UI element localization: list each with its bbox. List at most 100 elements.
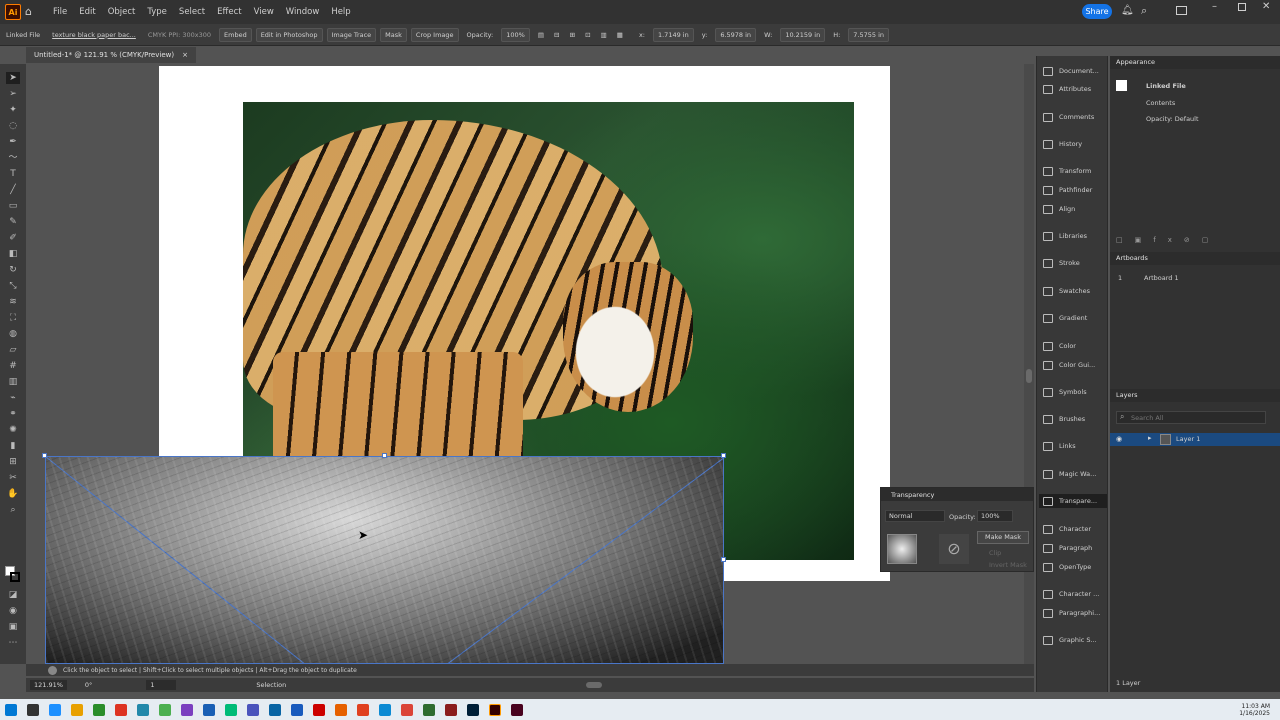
dock-paragraph[interactable]: Paragraph	[1043, 541, 1092, 555]
rotation-field[interactable]: 0°	[81, 680, 96, 690]
make-mask-button[interactable]: Make Mask	[977, 531, 1029, 544]
zoom-tool-icon[interactable]: ⌕	[6, 504, 20, 516]
draw-mode-icon[interactable]: ◉	[6, 605, 20, 617]
menu-file[interactable]: File	[47, 7, 73, 17]
hand-tool-icon[interactable]: ✋	[6, 488, 20, 500]
dock-comments[interactable]: Comments	[1043, 110, 1094, 124]
artboard-tool-icon[interactable]: ⊞	[6, 456, 20, 468]
mesh-tool-icon[interactable]: #	[6, 360, 20, 372]
firefox-icon[interactable]	[335, 703, 347, 716]
dock-document-info[interactable]: Document...	[1043, 64, 1099, 78]
dock-align[interactable]: Align	[1043, 202, 1075, 216]
menu-object[interactable]: Object	[102, 7, 142, 17]
x-input[interactable]: 1.7149 in	[652, 27, 694, 42]
dock-brushes[interactable]: Brushes	[1043, 412, 1085, 426]
artboards-panel-header[interactable]: Artboards	[1110, 252, 1280, 265]
clock[interactable]: 11:03 AM 1/16/2025	[1239, 703, 1270, 717]
dock-character[interactable]: Character	[1043, 522, 1091, 536]
free-transform-tool-icon[interactable]: ⛶	[6, 312, 20, 324]
image-trace-button[interactable]: Image Trace	[326, 27, 377, 42]
eraser-tool-icon[interactable]: ◧	[6, 248, 20, 260]
artboard-row-name[interactable]: Artboard 1	[1144, 274, 1179, 282]
pen-tool-icon[interactable]: ✒	[6, 136, 20, 148]
dock-attributes[interactable]: Attributes	[1043, 82, 1091, 96]
taskbar-app-icon[interactable]	[445, 703, 457, 716]
screen-mode-icon[interactable]: ▣	[6, 621, 20, 633]
linked-file-name[interactable]: texture black paper bac...	[48, 29, 140, 41]
photoshop-icon[interactable]	[467, 703, 479, 716]
dock-libraries[interactable]: Libraries	[1043, 229, 1087, 243]
magic-wand-tool-icon[interactable]: ✦	[6, 104, 20, 116]
curvature-tool-icon[interactable]: 〜	[6, 152, 20, 164]
scale-tool-icon[interactable]: ⤡	[6, 280, 20, 292]
more-tools-icon[interactable]: ⋯	[6, 637, 20, 649]
taskbar-app-icon[interactable]	[225, 703, 237, 716]
dock-paragraph-styles[interactable]: Paragraphi...	[1043, 606, 1100, 620]
menu-help[interactable]: Help	[325, 7, 356, 17]
dock-graphic-styles[interactable]: Graphic S...	[1043, 633, 1097, 647]
appearance-footer-icons[interactable]: □▣fx⊘▢	[1116, 236, 1276, 245]
minimize-icon[interactable]: –	[1212, 1, 1217, 12]
dock-pathfinder[interactable]: Pathfinder	[1043, 183, 1092, 197]
canvas[interactable]: ➤	[26, 64, 1034, 664]
lasso-tool-icon[interactable]: ◌	[6, 120, 20, 132]
indesign-icon[interactable]	[511, 703, 523, 716]
taskbar-app-icon[interactable]	[159, 703, 171, 716]
taskbar-app-icon[interactable]	[357, 703, 369, 716]
expand-layer-icon[interactable]: ▸	[1148, 434, 1152, 442]
edge-icon[interactable]	[379, 703, 391, 716]
crop-image-button[interactable]: Crop Image	[410, 27, 459, 42]
line-tool-icon[interactable]: ╱	[6, 184, 20, 196]
search-icon[interactable]: ⌕	[1141, 4, 1147, 18]
menu-effect[interactable]: Effect	[211, 7, 247, 17]
transparency-opacity-input[interactable]: 100%	[977, 510, 1013, 522]
y-input[interactable]: 6.5978 in	[715, 27, 757, 42]
layer-row[interactable]: ◉ ▸ Layer 1	[1110, 433, 1280, 446]
dock-links[interactable]: Links	[1043, 439, 1076, 453]
dock-character-styles[interactable]: Character ...	[1043, 587, 1099, 601]
dock-symbols[interactable]: Symbols	[1043, 385, 1087, 399]
taskbar-app-icon[interactable]	[181, 703, 193, 716]
taskbar-app-icon[interactable]	[49, 703, 61, 716]
file-explorer-icon[interactable]	[71, 703, 83, 716]
taskbar-app-icon[interactable]	[423, 703, 435, 716]
horizontal-scroll-thumb[interactable]	[586, 682, 603, 688]
home-icon[interactable]: ⌂	[25, 6, 39, 18]
warp-tool-icon[interactable]: ≋	[6, 296, 20, 308]
document-tab[interactable]: Untitled-1* @ 121.91 % (CMYK/Preview) ×	[26, 47, 196, 63]
dock-magic-wand[interactable]: Magic Wa...	[1043, 467, 1096, 481]
blend-tool-icon[interactable]: ⚭	[6, 408, 20, 420]
taskbar-app-icon[interactable]	[93, 703, 105, 716]
w-input[interactable]: 10.2159 in	[780, 27, 826, 42]
resize-handle-top-center[interactable]	[382, 453, 387, 458]
zoom-level-field[interactable]: 121.91%	[30, 680, 67, 690]
symbol-sprayer-tool-icon[interactable]: ✺	[6, 424, 20, 436]
h-input[interactable]: 7.5755 in	[848, 27, 890, 42]
stroke-color-swatch[interactable]	[10, 572, 20, 582]
illustrator-taskbar-icon[interactable]	[489, 703, 501, 716]
taskbar-app-icon[interactable]	[115, 703, 127, 716]
object-thumbnail[interactable]	[887, 534, 917, 564]
selection-tool-icon[interactable]: ➤	[6, 72, 20, 84]
dock-transparency[interactable]: Transpare...	[1039, 494, 1107, 508]
menu-type[interactable]: Type	[141, 7, 173, 17]
chrome-icon[interactable]	[401, 703, 413, 716]
teams-icon[interactable]	[247, 703, 259, 716]
taskbar-app-icon[interactable]	[137, 703, 149, 716]
bell-icon[interactable]: 🔔︎	[1121, 5, 1134, 16]
embed-button[interactable]: Embed	[219, 27, 252, 42]
shaper-tool-icon[interactable]: ✐	[6, 232, 20, 244]
maximize-icon[interactable]	[1238, 3, 1246, 11]
dock-stroke[interactable]: Stroke	[1043, 256, 1080, 270]
word-icon[interactable]	[291, 703, 303, 716]
gradient-tool-icon[interactable]: ▥	[6, 376, 20, 388]
vertical-scroll-thumb[interactable]	[1026, 369, 1032, 383]
layer-name[interactable]: Layer 1	[1176, 435, 1200, 443]
rotate-tool-icon[interactable]: ↻	[6, 264, 20, 276]
color-mode-icon[interactable]: ◪	[6, 589, 20, 601]
invert-mask-checkbox[interactable]: Invert Mask	[989, 561, 1027, 569]
no-mask-icon[interactable]: ⊘	[939, 534, 969, 564]
layers-panel-header[interactable]: Layers	[1110, 389, 1280, 402]
menu-edit[interactable]: Edit	[73, 7, 101, 17]
transparency-panel-title[interactable]: Transparency	[891, 491, 934, 499]
